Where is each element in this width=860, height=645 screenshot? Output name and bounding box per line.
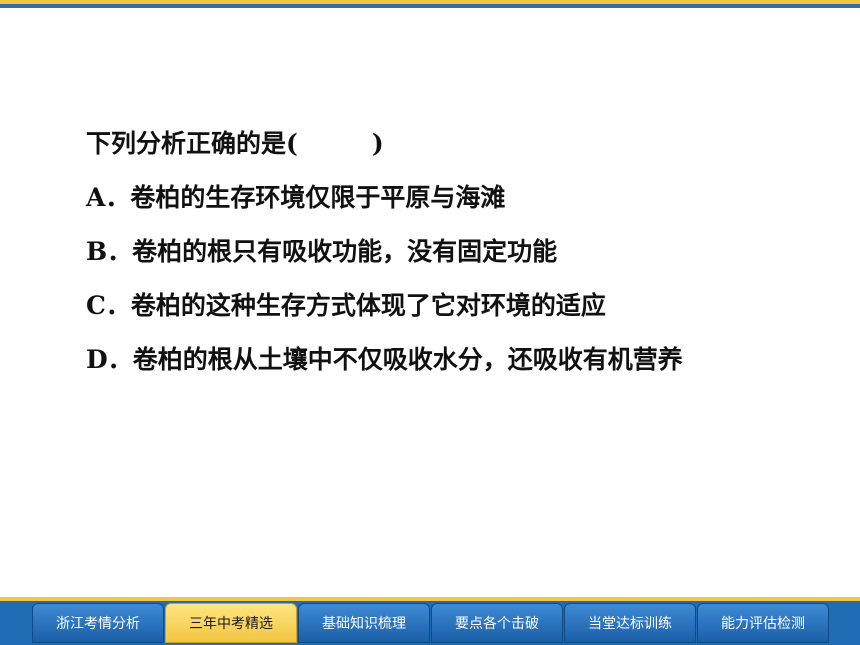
- option-b: B．卷柏的根只有吸收功能，没有固定功能: [86, 232, 846, 286]
- nav-tabs: 浙江考情分析 三年中考精选 基础知识梳理 要点各个击破 当堂达标训练 能力评估检…: [32, 603, 830, 643]
- bottom-nav-bar: 浙江考情分析 三年中考精选 基础知识梳理 要点各个击破 当堂达标训练 能力评估检…: [0, 597, 860, 645]
- option-c-text: 卷柏的这种生存方式体现了它对环境的适应: [130, 291, 606, 320]
- option-a-text: 卷柏的生存环境仅限于平原与海滩: [130, 183, 506, 212]
- tab-basic-knowledge[interactable]: 基础知识梳理: [298, 603, 430, 643]
- option-b-text: 卷柏的根只有吸收功能，没有固定功能: [132, 237, 558, 266]
- question-stem: 下列分析正确的是(): [86, 124, 846, 178]
- tab-zhejiang-analysis[interactable]: 浙江考情分析: [32, 603, 164, 643]
- tab-key-points[interactable]: 要点各个击破: [431, 603, 563, 643]
- question-stem-text: 下列分析正确的是(: [86, 129, 298, 158]
- question-block: 下列分析正确的是() A．卷柏的生存环境仅限于平原与海滩 B．卷柏的根只有吸收功…: [86, 124, 846, 394]
- option-a: A．卷柏的生存环境仅限于平原与海滩: [86, 178, 846, 232]
- tab-class-practice[interactable]: 当堂达标训练: [564, 603, 696, 643]
- option-b-label: B．: [86, 237, 133, 266]
- option-d-label: D．: [86, 345, 133, 374]
- tab-ability-assessment[interactable]: 能力评估检测: [697, 603, 829, 643]
- top-accent-bar: [0, 0, 860, 8]
- tab-three-year-selection[interactable]: 三年中考精选: [165, 603, 297, 643]
- option-d: D．卷柏的根从土壤中不仅吸收水分，还吸收有机营养: [86, 340, 846, 394]
- option-a-label: A．: [86, 183, 131, 212]
- question-stem-close: ): [371, 129, 384, 158]
- option-c-label: C．: [86, 291, 131, 320]
- option-d-text: 卷柏的根从土壤中不仅吸收水分，还吸收有机营养: [132, 345, 683, 374]
- option-c: C．卷柏的这种生存方式体现了它对环境的适应: [86, 286, 846, 340]
